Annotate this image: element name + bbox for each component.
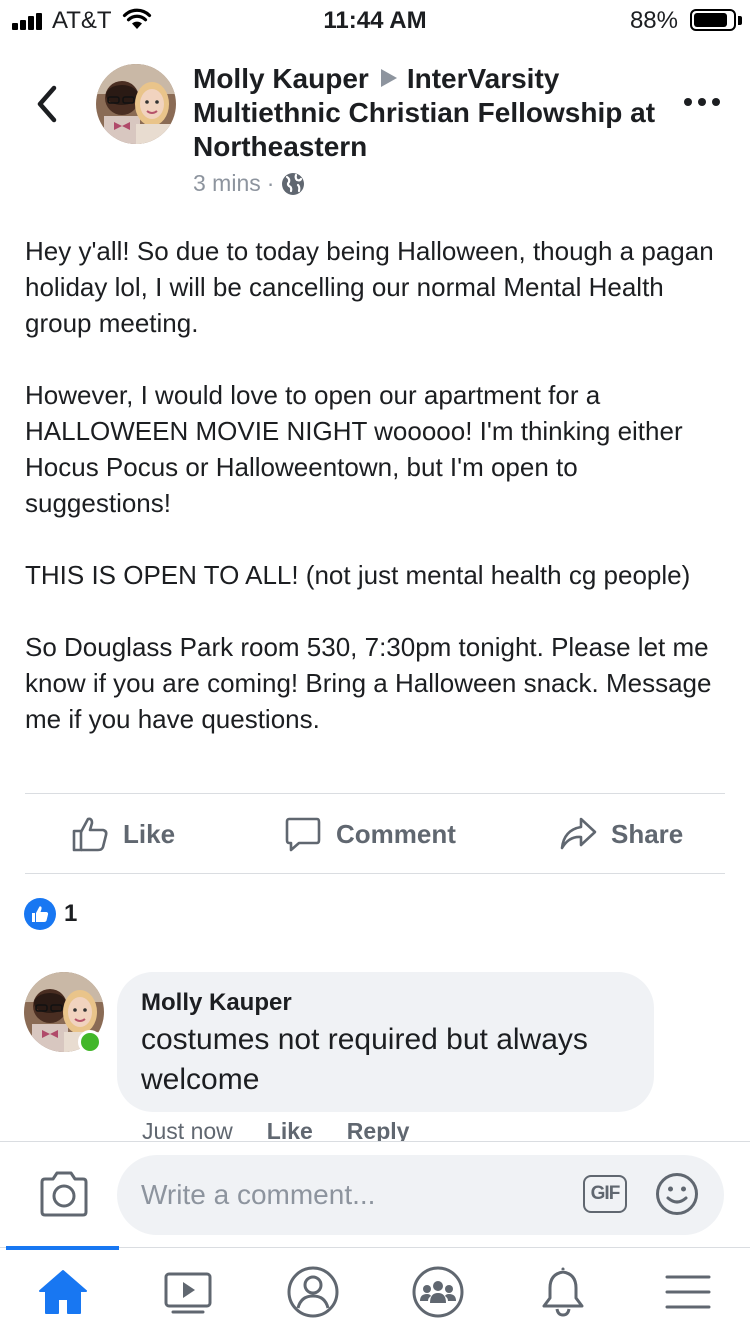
bell-icon	[542, 1267, 583, 1317]
triangle-right-icon	[380, 69, 397, 87]
post-body: Hey y'all! So due to today being Hallowe…	[25, 233, 730, 773]
battery-tip	[738, 16, 742, 25]
reaction-count: 1	[64, 900, 78, 927]
share-label: Share	[611, 818, 684, 849]
post-paragraph: Hey y'all! So due to today being Hallowe…	[25, 236, 721, 338]
tab-profile[interactable]	[250, 1248, 375, 1335]
like-label: Like	[123, 818, 176, 849]
author-avatar[interactable]	[96, 64, 176, 144]
back-button[interactable]	[28, 82, 68, 126]
gif-button[interactable]: GIF	[583, 1175, 627, 1213]
post-action-bar: Like Comment Share	[25, 795, 725, 873]
battery-icon	[690, 9, 736, 31]
post-time[interactable]: 3 mins	[193, 170, 261, 197]
video-icon	[164, 1272, 211, 1313]
tab-home[interactable]	[0, 1248, 125, 1335]
author-name[interactable]: Molly Kauper	[193, 63, 369, 94]
comment-input[interactable]	[117, 1155, 724, 1235]
post-paragraph: THIS IS OPEN TO ALL! (not just mental he…	[25, 560, 691, 590]
menu-icon	[665, 1275, 710, 1308]
share-arrow-icon	[560, 817, 597, 850]
bottom-tab-bar	[0, 1246, 750, 1335]
divider	[25, 793, 725, 794]
comment-button[interactable]: Comment	[284, 795, 456, 873]
like-reaction-icon	[24, 898, 56, 930]
comment-author[interactable]: Molly Kauper	[141, 988, 630, 1018]
reactions-summary[interactable]: 1	[24, 898, 77, 930]
comment-bubble-icon	[285, 817, 321, 852]
status-bar: AT&T 11:44 AM 88%	[0, 0, 750, 40]
home-icon	[38, 1269, 87, 1314]
comment-text: costumes not required but always welcome	[141, 1023, 588, 1096]
thumbs-up-icon	[72, 817, 108, 852]
like-button[interactable]: Like	[71, 795, 175, 873]
battery-percent: 88%	[629, 7, 678, 34]
post-paragraph: However, I would love to open our apartm…	[25, 380, 690, 518]
post-header-title: Molly Kauper InterVarsity Multiethnic Chr…	[193, 62, 663, 164]
profile-icon	[287, 1266, 338, 1317]
tab-groups[interactable]	[375, 1248, 500, 1335]
tab-watch[interactable]	[125, 1248, 250, 1335]
tab-notifications[interactable]	[500, 1248, 625, 1335]
camera-icon[interactable]	[38, 1170, 90, 1218]
separator-dot: ·	[266, 170, 275, 196]
avatar-photo	[96, 64, 176, 144]
comment-composer: GIF	[0, 1141, 750, 1248]
more-options-button[interactable]	[682, 98, 722, 112]
post-paragraph: So Douglass Park room 530, 7:30pm tonigh…	[25, 632, 719, 734]
groups-icon	[412, 1266, 463, 1317]
post-meta: 3 mins ·	[193, 170, 306, 197]
share-button[interactable]: Share	[559, 795, 683, 873]
online-status-indicator	[78, 1030, 102, 1054]
divider	[25, 873, 725, 874]
comment-bubble[interactable]: Molly Kauper costumes not required but a…	[117, 972, 654, 1112]
comment-label: Comment	[336, 818, 456, 849]
globe-icon	[282, 172, 305, 195]
tab-menu[interactable]	[625, 1248, 750, 1335]
emoji-icon[interactable]	[655, 1172, 699, 1216]
